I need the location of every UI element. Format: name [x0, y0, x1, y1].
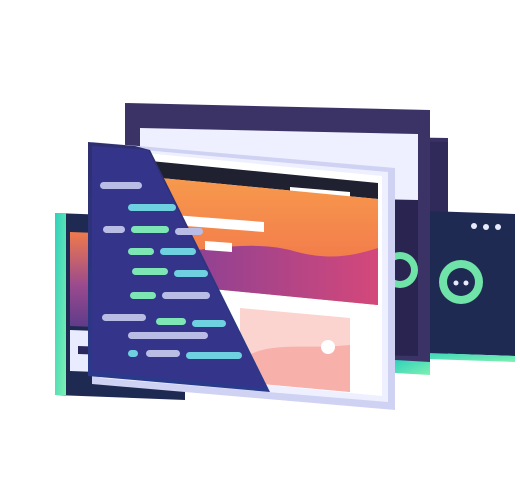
layered-windows-illustration [55, 103, 515, 410]
circular-toggle-icon [439, 260, 483, 304]
